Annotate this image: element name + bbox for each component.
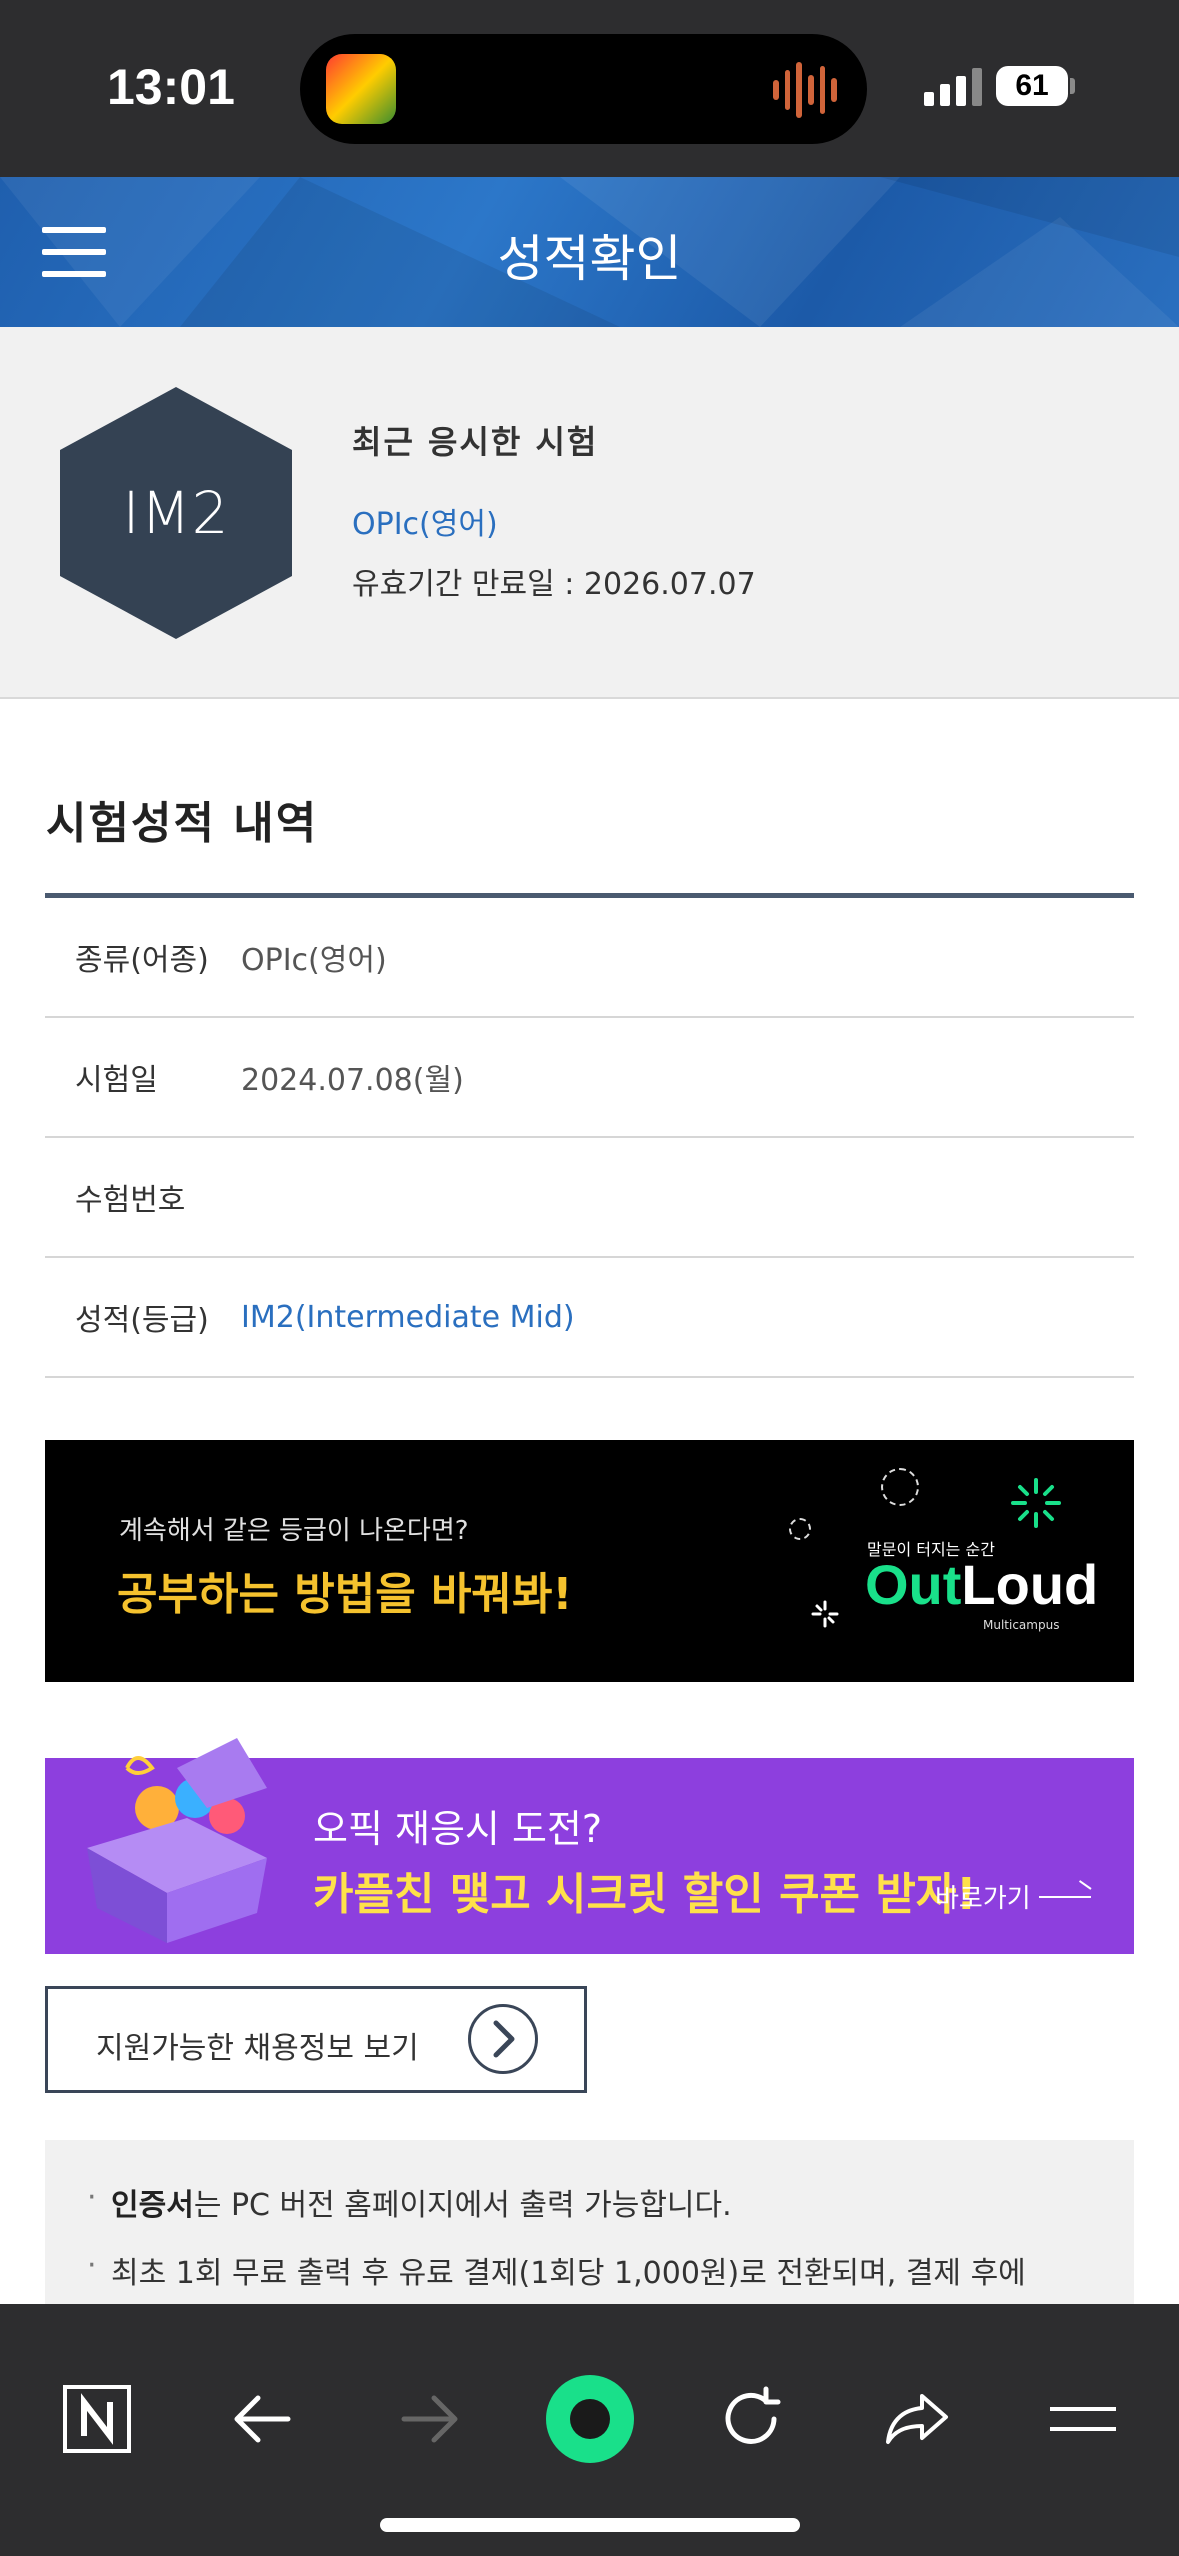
grade-badge-text: IM2: [122, 479, 230, 547]
table-row: 수험번호: [45, 1138, 1134, 1258]
table-row: 시험일 2024.07.08(월): [45, 1018, 1134, 1138]
now-playing-app-icon: [326, 54, 396, 124]
decor-dotted-circle-icon: [789, 1518, 811, 1540]
recent-exam-title: 최근 응시한 시험: [352, 423, 599, 461]
back-arrow-icon[interactable]: [228, 2384, 298, 2454]
banner-headline: 카플친 맺고 시크릿 할인 쿠폰 받자!: [313, 1869, 977, 1920]
decor-dotted-circle-icon: [881, 1468, 919, 1506]
notice-line-2: 최초 1회 무료 출력 후 유료 결제(1회당 1,000원)로 전환되며, 결…: [87, 2248, 1026, 2292]
home-indicator[interactable]: [380, 2518, 800, 2532]
dynamic-island[interactable]: [300, 34, 867, 144]
section-title: 시험성적 내역: [46, 798, 319, 849]
logo-part-a: Out: [865, 1553, 962, 1616]
table-row: 종류(어종) OPIc(영어): [45, 898, 1134, 1018]
decor-sparkle-green-icon: [1011, 1478, 1061, 1528]
green-dot-button-icon[interactable]: [540, 2364, 640, 2474]
outloud-ad-banner[interactable]: 계속해서 같은 등급이 나온다면? 공부하는 방법을 바꿔봐! 말문이 터지는 …: [45, 1440, 1134, 1682]
banner-subtitle: 계속해서 같은 등급이 나온다면?: [119, 1516, 469, 1546]
view-jobs-label: 지원가능한 채용정보 보기: [96, 2031, 419, 2066]
row-label: 수험번호: [75, 1183, 186, 1218]
kakao-coupon-banner[interactable]: 오픽 재응시 도전? 카플친 맺고 시크릿 할인 쿠폰 받자! 바로가기: [45, 1738, 1134, 1954]
row-label: 시험일: [75, 1063, 158, 1098]
menu-lines-icon[interactable]: [1048, 2384, 1118, 2454]
expiry-date: 유효기간 만료일 : 2026.07.07: [352, 567, 756, 602]
banner-headline: 공부하는 방법을 바꿔봐!: [117, 1569, 573, 1620]
chevron-right-icon: [468, 2004, 538, 2074]
status-time: 13:01: [107, 59, 235, 115]
outloud-logo: OutLoud: [865, 1552, 1098, 1617]
audio-waveform-icon: [773, 62, 838, 118]
battery-cap: [1070, 78, 1075, 94]
battery-icon: 61: [996, 66, 1068, 106]
row-label: 성적(등급): [75, 1303, 209, 1338]
gift-box-icon: [87, 1738, 267, 1943]
refresh-icon[interactable]: [716, 2384, 786, 2454]
recent-exam-summary: IM2 최근 응시한 시험 OPIc(영어) 유효기간 만료일 : 2026.0…: [0, 327, 1179, 699]
recent-exam-name[interactable]: OPIc(영어): [352, 499, 498, 543]
view-jobs-button[interactable]: 지원가능한 채용정보 보기: [45, 1986, 587, 2093]
arrow-right-icon: [1039, 1896, 1091, 1898]
shortcut-link[interactable]: 바로가기: [935, 1878, 1031, 1915]
row-value-grade: IM2(Intermediate Mid): [241, 1299, 575, 1335]
row-value: OPIc(영어): [241, 943, 387, 978]
notice-bold: 인증서: [111, 2188, 194, 2223]
logo-part-b: Loud: [961, 1553, 1099, 1616]
notice-line-1: 인증서는 PC 버전 홈페이지에서 출력 가능합니다.: [87, 2180, 732, 2224]
app-header: 성적확인: [0, 177, 1179, 327]
naver-home-icon[interactable]: [62, 2384, 132, 2454]
page-title: 성적확인: [497, 230, 682, 288]
row-value: 2024.07.08(월): [241, 1063, 464, 1098]
cellular-signal-icon: [924, 68, 982, 106]
notice-text: 는 PC 버전 홈페이지에서 출력 가능합니다.: [193, 2188, 732, 2223]
logo-subtitle: Multicampus: [983, 1618, 1060, 1632]
notice-box: 인증서는 PC 버전 홈페이지에서 출력 가능합니다. 최초 1회 무료 출력 …: [45, 2140, 1134, 2310]
decor-sparkle-white-icon: [811, 1600, 839, 1628]
table-row: 성적(등급) IM2(Intermediate Mid): [45, 1258, 1134, 1378]
forward-arrow-icon[interactable]: [394, 2384, 464, 2454]
share-icon[interactable]: [882, 2384, 952, 2454]
status-bar: 13:01 61: [0, 0, 1179, 177]
row-label: 종류(어종): [75, 943, 209, 978]
results-table: 종류(어종) OPIc(영어) 시험일 2024.07.08(월) 수험번호 성…: [45, 893, 1134, 1378]
banner-question: 오픽 재응시 도전?: [313, 1807, 603, 1851]
